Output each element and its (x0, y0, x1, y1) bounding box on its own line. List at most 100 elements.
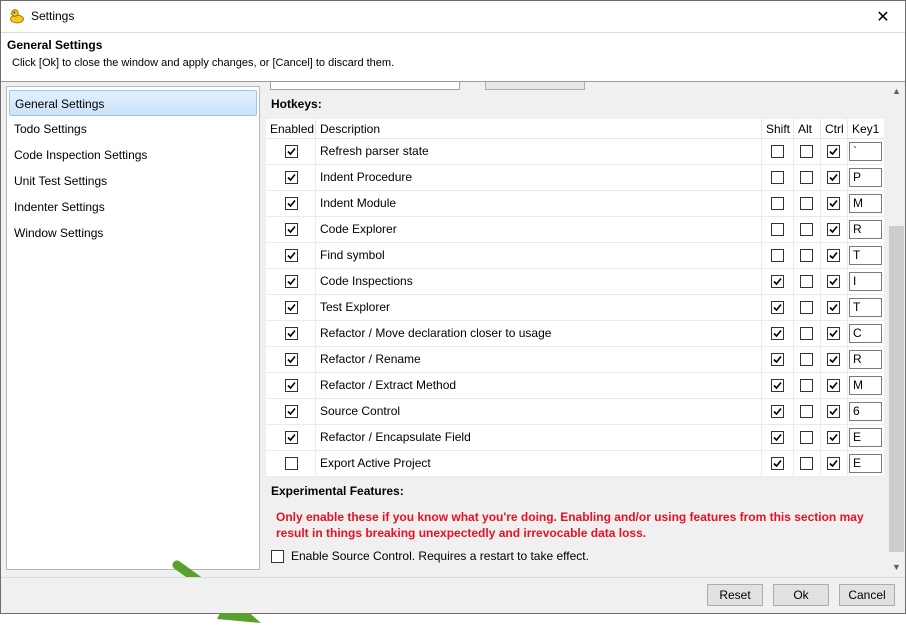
enabled-checkbox[interactable] (285, 197, 298, 210)
sidebar-item-todo-settings[interactable]: Todo Settings (9, 116, 257, 142)
hotkey-row[interactable]: Refactor / Encapsulate Field E (266, 425, 884, 451)
scroll-up-icon[interactable]: ▲ (888, 82, 905, 99)
shift-checkbox[interactable] (771, 431, 784, 444)
alt-checkbox[interactable] (800, 223, 813, 236)
alt-checkbox[interactable] (800, 457, 813, 470)
enabled-checkbox[interactable] (285, 457, 298, 470)
shift-checkbox[interactable] (771, 327, 784, 340)
key1-input[interactable]: T (849, 298, 882, 317)
shift-checkbox[interactable] (771, 171, 784, 184)
close-button[interactable]: ✕ (861, 1, 905, 32)
enabled-checkbox[interactable] (285, 379, 298, 392)
alt-checkbox[interactable] (800, 353, 813, 366)
key1-input[interactable]: R (849, 350, 882, 369)
ctrl-checkbox[interactable] (827, 431, 840, 444)
hotkey-row[interactable]: Refactor / Rename R (266, 347, 884, 373)
key1-input[interactable]: E (849, 428, 882, 447)
alt-checkbox[interactable] (800, 327, 813, 340)
key1-input[interactable]: 6 (849, 402, 882, 421)
shift-checkbox[interactable] (771, 457, 784, 470)
hotkey-row[interactable]: Refresh parser state ` (266, 139, 884, 165)
shift-checkbox[interactable] (771, 353, 784, 366)
hotkey-row[interactable]: Refactor / Extract Method M (266, 373, 884, 399)
column-header-shift[interactable]: Shift (762, 119, 794, 139)
hotkey-row[interactable]: Export Active Project E (266, 451, 884, 477)
ctrl-checkbox[interactable] (827, 379, 840, 392)
column-header-key1[interactable]: Key1 (848, 119, 884, 139)
enabled-checkbox[interactable] (285, 223, 298, 236)
enabled-checkbox[interactable] (285, 353, 298, 366)
sidebar-item-unit-test-settings[interactable]: Unit Test Settings (9, 168, 257, 194)
ctrl-checkbox[interactable] (827, 197, 840, 210)
shift-checkbox[interactable] (771, 379, 784, 392)
key1-input[interactable]: M (849, 194, 882, 213)
scroll-thumb[interactable] (889, 226, 904, 552)
ctrl-checkbox[interactable] (827, 223, 840, 236)
ok-button[interactable]: Ok (773, 584, 829, 606)
alt-checkbox[interactable] (800, 197, 813, 210)
alt-checkbox[interactable] (800, 379, 813, 392)
partial-button[interactable] (485, 82, 585, 90)
key1-input[interactable]: P (849, 168, 882, 187)
hotkey-row[interactable]: Code Explorer R (266, 217, 884, 243)
cancel-button[interactable]: Cancel (839, 584, 895, 606)
enabled-checkbox[interactable] (285, 327, 298, 340)
key1-input[interactable]: ` (849, 142, 882, 161)
enabled-checkbox[interactable] (285, 145, 298, 158)
alt-checkbox[interactable] (800, 145, 813, 158)
hotkey-row[interactable]: Indent Procedure P (266, 165, 884, 191)
ctrl-checkbox[interactable] (827, 327, 840, 340)
sidebar-item-general-settings[interactable]: General Settings (9, 90, 257, 116)
enabled-checkbox[interactable] (285, 405, 298, 418)
column-header-enabled[interactable]: Enabled (266, 119, 316, 139)
key1-input[interactable]: C (849, 324, 882, 343)
enabled-checkbox[interactable] (285, 171, 298, 184)
shift-checkbox[interactable] (771, 223, 784, 236)
hotkey-row[interactable]: Refactor / Move declaration closer to us… (266, 321, 884, 347)
alt-checkbox[interactable] (800, 431, 813, 444)
key1-input[interactable]: T (849, 246, 882, 265)
alt-checkbox[interactable] (800, 405, 813, 418)
shift-checkbox[interactable] (771, 145, 784, 158)
ctrl-checkbox[interactable] (827, 171, 840, 184)
hotkey-row[interactable]: Indent Module M (266, 191, 884, 217)
shift-checkbox[interactable] (771, 249, 784, 262)
alt-checkbox[interactable] (800, 249, 813, 262)
alt-checkbox[interactable] (800, 275, 813, 288)
enabled-checkbox[interactable] (285, 275, 298, 288)
hotkey-row[interactable]: Find symbol T (266, 243, 884, 269)
key1-input[interactable]: M (849, 376, 882, 395)
shift-checkbox[interactable] (771, 275, 784, 288)
alt-checkbox[interactable] (800, 171, 813, 184)
sidebar-item-code-inspection-settings[interactable]: Code Inspection Settings (9, 142, 257, 168)
partial-input[interactable] (270, 82, 460, 90)
key1-input[interactable]: E (849, 454, 882, 473)
reset-button[interactable]: Reset (707, 584, 763, 606)
enabled-checkbox[interactable] (285, 431, 298, 444)
shift-checkbox[interactable] (771, 197, 784, 210)
ctrl-checkbox[interactable] (827, 353, 840, 366)
column-header-alt[interactable]: Alt (794, 119, 821, 139)
key1-input[interactable]: I (849, 272, 882, 291)
enabled-checkbox[interactable] (285, 301, 298, 314)
shift-checkbox[interactable] (771, 405, 784, 418)
shift-checkbox[interactable] (771, 301, 784, 314)
key1-input[interactable]: R (849, 220, 882, 239)
column-header-ctrl[interactable]: Ctrl (821, 119, 848, 139)
ctrl-checkbox[interactable] (827, 405, 840, 418)
ctrl-checkbox[interactable] (827, 275, 840, 288)
sidebar-item-indenter-settings[interactable]: Indenter Settings (9, 194, 257, 220)
ctrl-checkbox[interactable] (827, 249, 840, 262)
column-header-description[interactable]: Description (316, 119, 762, 139)
hotkey-row[interactable]: Test Explorer T (266, 295, 884, 321)
hotkey-row[interactable]: Code Inspections I (266, 269, 884, 295)
vertical-scrollbar[interactable]: ▲ ▼ (888, 82, 905, 577)
alt-checkbox[interactable] (800, 301, 813, 314)
ctrl-checkbox[interactable] (827, 457, 840, 470)
hotkey-row[interactable]: Source Control 6 (266, 399, 884, 425)
scroll-down-icon[interactable]: ▼ (888, 558, 905, 575)
ctrl-checkbox[interactable] (827, 145, 840, 158)
enabled-checkbox[interactable] (285, 249, 298, 262)
sidebar-item-window-settings[interactable]: Window Settings (9, 220, 257, 246)
ctrl-checkbox[interactable] (827, 301, 840, 314)
